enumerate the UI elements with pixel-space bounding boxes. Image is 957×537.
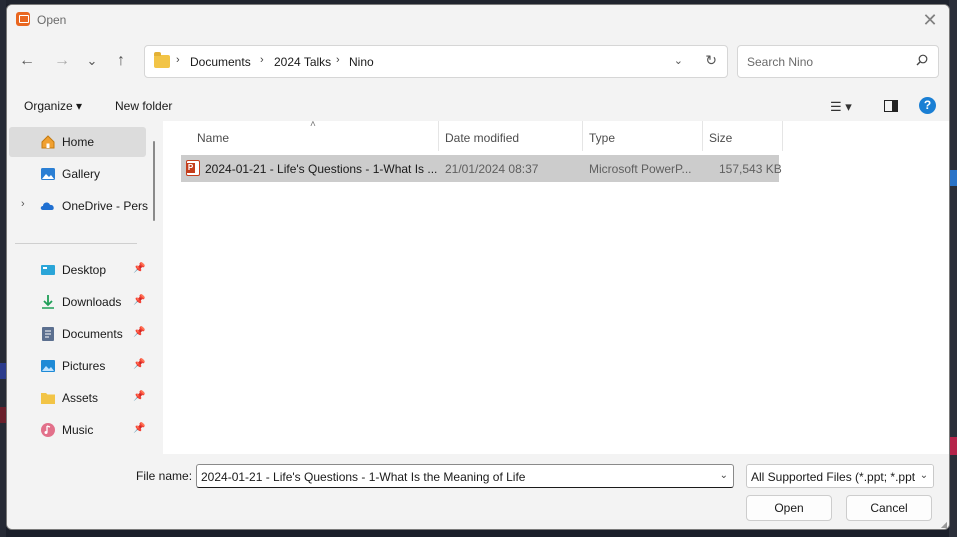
sidebar-item-pictures[interactable]: Pictures 📌 [9, 351, 146, 381]
file-date-cell: 21/01/2024 08:37 [445, 162, 539, 176]
download-icon [42, 295, 54, 309]
open-file-dialog: Open ✕ ← → ⌄ ↑ › Documents › 2024 Talks … [6, 4, 950, 530]
breadcrumb-documents[interactable]: Documents [190, 55, 251, 69]
help-icon[interactable]: ? [919, 97, 936, 114]
sidebar-item-documents[interactable]: Documents 📌 [9, 319, 146, 349]
file-type-chevron-icon[interactable]: ⌄ [915, 465, 933, 487]
gallery-icon [41, 168, 55, 180]
file-list: ˄ Name Date modified Type Size 2024-01-2… [163, 119, 949, 454]
column-divider[interactable] [438, 121, 439, 151]
back-arrow-icon[interactable]: ← [15, 49, 39, 73]
sidebar-item-onedrive[interactable]: › OneDrive - Personal [9, 191, 148, 221]
preview-pane-icon[interactable] [884, 100, 898, 112]
home-icon [41, 135, 55, 149]
navigation-bar: ← → ⌄ ↑ › Documents › 2024 Talks › Nino … [7, 43, 949, 79]
column-header-type[interactable]: Type [589, 131, 615, 145]
column-header-size[interactable]: Size [709, 131, 732, 145]
file-type-cell: Microsoft PowerP... [589, 162, 692, 176]
open-button[interactable]: Open [746, 495, 832, 521]
breadcrumb-separator: › [260, 54, 264, 66]
sidebar-divider [15, 243, 137, 244]
breadcrumb-2024-talks[interactable]: 2024 Talks [274, 55, 331, 69]
music-icon [41, 423, 55, 437]
column-divider[interactable] [582, 121, 583, 151]
column-header-name[interactable]: Name [197, 131, 229, 145]
column-divider[interactable] [782, 121, 783, 151]
recent-locations-chevron-icon[interactable]: ⌄ [80, 49, 104, 73]
up-arrow-icon[interactable]: ↑ [109, 49, 133, 73]
search-box[interactable]: Search Nino [737, 45, 939, 78]
sidebar-item-desktop[interactable]: Desktop 📌 [9, 255, 146, 285]
sort-ascending-icon: ˄ [310, 119, 316, 130]
address-dropdown-chevron-icon[interactable]: ⌄ [674, 54, 683, 67]
background-app-right [949, 0, 957, 537]
pin-icon[interactable]: 📌 [133, 359, 145, 370]
document-icon [42, 327, 54, 341]
dialog-title: Open [37, 13, 67, 27]
file-name-field[interactable]: 2024-01-21 - Life's Questions - 1-What I… [196, 464, 734, 488]
pin-icon[interactable]: 📌 [133, 263, 145, 274]
breadcrumb-nino[interactable]: Nino [349, 55, 374, 69]
refresh-icon[interactable]: ↻ [705, 52, 717, 69]
command-bar: Organize ▾ New folder ☰ ▾ ? [7, 91, 949, 121]
cancel-button[interactable]: Cancel [846, 495, 932, 521]
pin-icon[interactable]: 📌 [133, 295, 145, 306]
desktop-icon [41, 265, 55, 275]
expand-chevron-icon[interactable]: › [21, 198, 25, 210]
file-type-select[interactable]: All Supported Files (*.ppt; *.ppt ⌄ [746, 464, 934, 488]
resize-grip-icon[interactable]: ◢ [941, 520, 947, 529]
sidebar-item-music[interactable]: Music 📌 [9, 415, 146, 445]
close-button[interactable]: ✕ [917, 8, 943, 32]
search-icon[interactable] [916, 54, 928, 66]
forward-arrow-icon[interactable]: → [50, 49, 74, 73]
sidebar-item-label: OneDrive - Personal [62, 199, 148, 213]
file-size-cell: 157,543 KB [719, 162, 782, 176]
view-options-icon[interactable]: ☰ ▾ [830, 99, 852, 115]
organize-menu-button[interactable]: Organize ▾ [24, 99, 82, 113]
dialog-footer: File name: 2024-01-21 - Life's Questions… [7, 454, 949, 529]
column-header-date-modified[interactable]: Date modified [445, 131, 519, 145]
file-type-value[interactable]: All Supported Files (*.ppt; *.ppt [751, 470, 915, 484]
search-input[interactable]: Search Nino [747, 55, 813, 69]
column-divider[interactable] [702, 121, 703, 151]
sidebar-item-gallery[interactable]: Gallery [9, 159, 146, 189]
folder-icon [154, 52, 170, 68]
new-folder-button[interactable]: New folder [115, 99, 172, 113]
sidebar-item-downloads[interactable]: Downloads 📌 [9, 287, 146, 317]
powerpoint-app-icon [16, 12, 30, 26]
file-row[interactable]: 2024-01-21 - Life's Questions - 1-What I… [181, 155, 782, 182]
file-name-label: File name: [136, 469, 193, 483]
sidebar-scrollbar[interactable] [153, 141, 155, 221]
cloud-icon [40, 202, 54, 210]
powerpoint-file-icon [186, 160, 200, 176]
address-bar[interactable]: › Documents › 2024 Talks › Nino ⌄ ↻ [144, 45, 728, 78]
picture-icon [41, 360, 55, 372]
pin-icon[interactable]: 📌 [133, 423, 145, 434]
pin-icon[interactable]: 📌 [133, 327, 145, 338]
breadcrumb-separator: › [176, 54, 180, 66]
title-bar: Open ✕ [7, 5, 949, 35]
navigation-pane: Home Gallery › OneDrive - Personal Deskt… [7, 121, 155, 454]
file-name-cell: 2024-01-21 - Life's Questions - 1-What I… [205, 162, 437, 176]
breadcrumb-separator: › [336, 54, 340, 66]
file-name-dropdown-chevron-icon[interactable]: ⌄ [720, 470, 728, 481]
file-name-value[interactable]: 2024-01-21 - Life's Questions - 1-What I… [201, 470, 525, 484]
sidebar-item-assets[interactable]: Assets 📌 [9, 383, 146, 413]
sidebar-item-label: Gallery [62, 167, 101, 181]
sidebar-item-home[interactable]: Home [9, 127, 146, 157]
folder-icon [41, 393, 55, 404]
pin-icon[interactable]: 📌 [133, 391, 145, 402]
sidebar-item-label: Home [62, 135, 95, 149]
